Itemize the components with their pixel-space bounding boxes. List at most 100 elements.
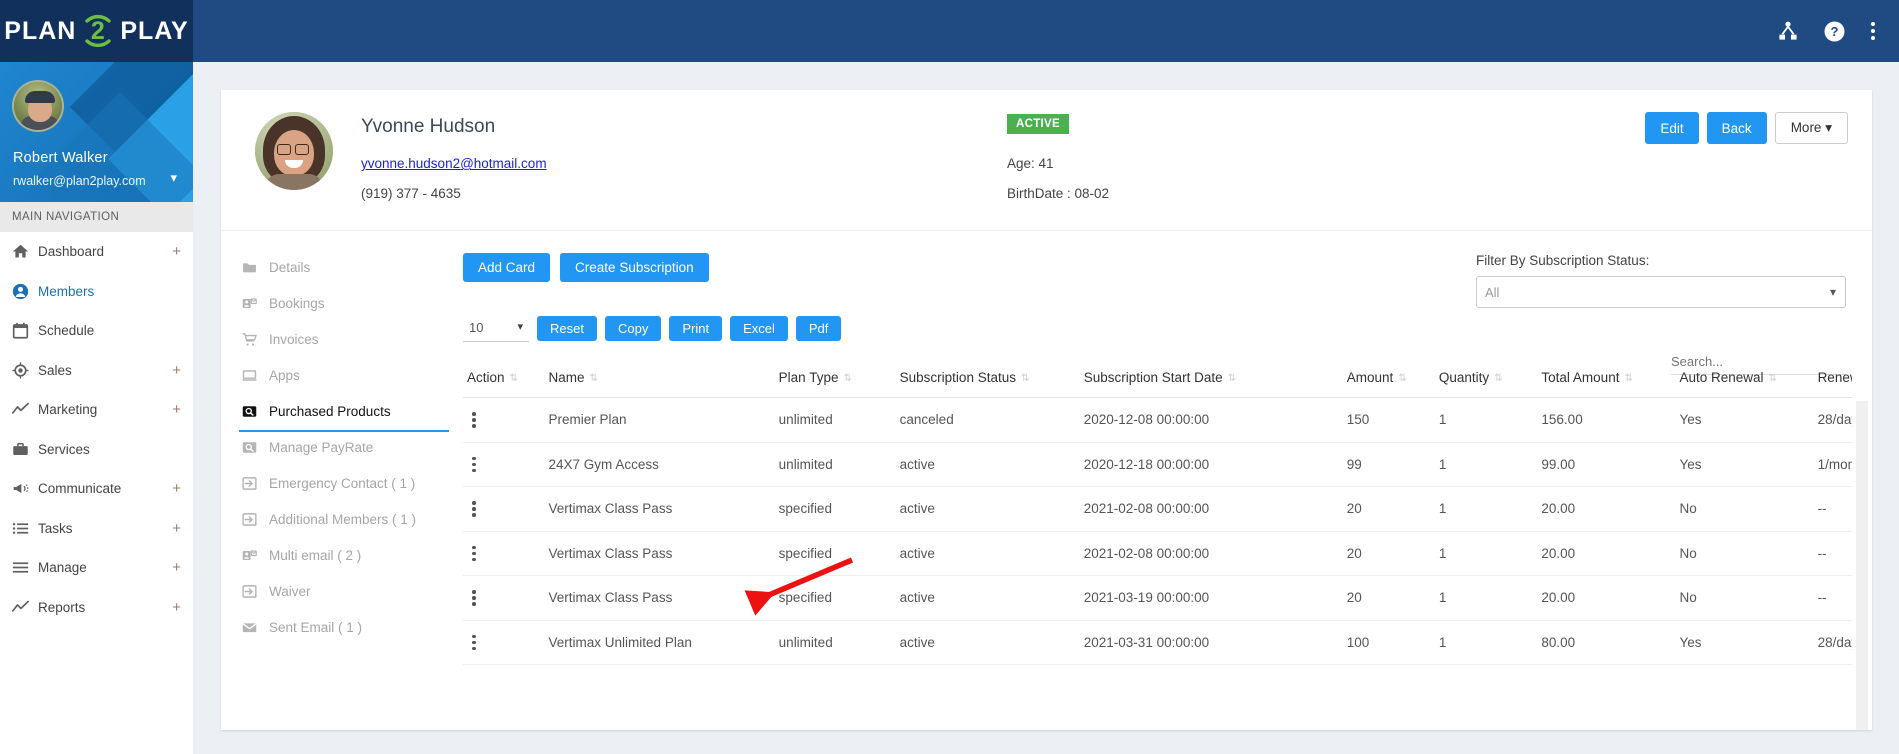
tab-label: Multi email ( 2 ) — [269, 547, 362, 563]
tab-multi-email-2[interactable]: Multi email ( 2 ) — [239, 537, 441, 573]
expand-plus-icon[interactable]: + — [172, 560, 181, 575]
svg-text:?: ? — [1831, 24, 1839, 39]
table-row: Premier Plan unlimited canceled 2020-12-08 … — [463, 397, 1852, 443]
logo-digit: 2 — [90, 16, 106, 45]
table-row: Vertimax Class Pass specified active 2021-0… — [463, 575, 1852, 621]
app-logo[interactable]: PLAN 2 PLAY — [0, 0, 193, 62]
column-header-action: Action ⇅ — [463, 364, 545, 398]
cart-icon — [239, 331, 259, 348]
cell-start-date: 2020-12-18 00:00:00 — [1079, 442, 1343, 487]
sidebar-user-chevron-down-icon[interactable]: ▾ — [170, 170, 177, 186]
sidebar-item-label: Communicate — [38, 481, 122, 497]
sidebar-item-sales[interactable]: Sales + — [0, 351, 193, 391]
column-header-renewal-type[interactable]: Renewal Type⇅ — [1813, 364, 1852, 398]
column-label: Renewal Type — [1817, 370, 1852, 385]
reset-button[interactable]: Reset — [537, 315, 597, 341]
vertical-scrollbar[interactable] — [1856, 401, 1868, 730]
excel-button[interactable]: Excel — [730, 315, 788, 341]
member-action-buttons: Edit Back More ▾ — [1645, 112, 1848, 144]
sidebar-item-services[interactable]: Services — [0, 430, 193, 470]
pdf-button[interactable]: Pdf — [795, 315, 842, 341]
column-header-total-amount[interactable]: Total Amount ⇅ — [1537, 364, 1676, 398]
print-button[interactable]: Print — [669, 315, 723, 341]
products-table-scroll[interactable]: Action ⇅ Name ⇅ Plan Type ⇅ Subscription Statu… — [463, 364, 1852, 665]
arrow-in-box-icon — [239, 475, 259, 492]
tab-invoices[interactable]: Invoices — [239, 321, 441, 357]
sidebar-item-manage[interactable]: Manage + — [0, 548, 193, 588]
cell-auto-renewal: No — [1675, 486, 1814, 532]
tab-label: Details — [269, 259, 311, 275]
back-button[interactable]: Back — [1706, 112, 1767, 144]
sidebar-item-label: Dashboard — [38, 244, 105, 260]
target-icon — [12, 362, 38, 379]
sidebar-item-label: Services — [38, 441, 90, 457]
sidebar-user-panel[interactable]: Robert Walker rwalker@plan2play.com ▾ — [0, 62, 193, 202]
sidebar-nav-list: Dashboard + Members Schedule Sales + Marketing… — [0, 232, 193, 627]
sidebar-item-reports[interactable]: Reports + — [0, 588, 193, 628]
column-header-plan-type[interactable]: Plan Type ⇅ — [774, 364, 896, 398]
overflow-menu-icon[interactable] — [1871, 22, 1875, 40]
sidebar-item-tasks[interactable]: Tasks + — [0, 509, 193, 549]
org-chart-icon[interactable] — [1778, 21, 1798, 41]
cell-start-date: 2020-12-08 00:00:00 — [1079, 397, 1343, 443]
cell-quantity: 1 — [1434, 575, 1538, 621]
row-action-kebab-icon[interactable] — [463, 442, 545, 487]
edit-button[interactable]: Edit — [1645, 112, 1699, 144]
tab-purchased-products[interactable]: Purchased Products — [239, 393, 449, 432]
line-chart-icon — [12, 599, 38, 616]
tab-manage-payrate[interactable]: Manage PayRate — [239, 429, 441, 465]
cell-name: Vertimax Class Pass — [544, 575, 775, 621]
expand-plus-icon[interactable]: + — [172, 363, 181, 378]
column-header-subscription-start-date[interactable]: Subscription Start Date ⇅ — [1079, 364, 1343, 398]
subscription-status-select[interactable]: All — [1476, 276, 1846, 308]
sort-icon: ⇅ — [1768, 373, 1777, 384]
tab-sent-email-1[interactable]: Sent Email ( 1 ) — [239, 609, 441, 645]
column-header-amount[interactable]: Amount ⇅ — [1342, 364, 1435, 398]
member-email-link[interactable]: yvonne.hudson2@hotmail.com — [361, 156, 547, 171]
sidebar-item-dashboard[interactable]: Dashboard + — [0, 232, 193, 272]
column-header-subscription-status[interactable]: Subscription Status ⇅ — [895, 364, 1080, 398]
top-bar: PLAN 2 PLAY ? — [0, 0, 1899, 62]
cell-renewal-type: 28/day — [1813, 620, 1852, 665]
more-dropdown-button[interactable]: More ▾ — [1774, 112, 1848, 144]
sidebar-item-communicate[interactable]: Communicate + — [0, 469, 193, 509]
column-label: Subscription Start Date — [1083, 370, 1223, 385]
sidebar-item-label: Schedule — [38, 323, 95, 339]
row-action-kebab-icon[interactable] — [463, 397, 545, 443]
create-subscription-button[interactable]: Create Subscription — [560, 253, 709, 282]
tab-waiver[interactable]: Waiver — [239, 573, 441, 609]
cell-amount: 150 — [1342, 397, 1435, 443]
cell-auto-renewal: Yes — [1675, 620, 1814, 665]
copy-button[interactable]: Copy — [604, 315, 662, 341]
tab-bookings[interactable]: Bookings — [239, 285, 441, 321]
column-header-quantity[interactable]: Quantity ⇅ — [1434, 364, 1538, 398]
folder-icon — [239, 259, 259, 276]
help-icon[interactable]: ? — [1824, 21, 1845, 42]
row-action-kebab-icon[interactable] — [463, 620, 545, 665]
row-action-kebab-icon[interactable] — [463, 575, 545, 621]
sidebar-item-schedule[interactable]: Schedule — [0, 311, 193, 351]
sidebar-item-marketing[interactable]: Marketing + — [0, 390, 193, 430]
tab-emergency-contact-1[interactable]: Emergency Contact ( 1 ) — [239, 465, 441, 501]
tab-details[interactable]: Details — [239, 249, 441, 285]
cell-renewal-type: -- — [1813, 575, 1852, 621]
sidebar-section-title: MAIN NAVIGATION — [0, 202, 193, 232]
sidebar-item-members[interactable]: Members — [0, 272, 193, 312]
row-action-kebab-icon[interactable] — [463, 531, 545, 576]
page-length-select[interactable]: 10 — [463, 314, 529, 342]
cell-quantity: 1 — [1434, 442, 1538, 487]
column-header-auto-renewal[interactable]: Auto Renewal ⇅ — [1675, 364, 1814, 398]
row-action-kebab-icon[interactable] — [463, 486, 545, 532]
sidebar-item-label: Members — [38, 283, 95, 299]
tab-apps[interactable]: Apps — [239, 357, 441, 393]
cell-start-date: 2021-03-31 00:00:00 — [1079, 620, 1343, 665]
add-card-button[interactable]: Add Card — [463, 253, 551, 282]
expand-plus-icon[interactable]: + — [172, 600, 181, 615]
expand-plus-icon[interactable]: + — [172, 521, 181, 536]
column-header-name[interactable]: Name ⇅ — [544, 364, 775, 398]
expand-plus-icon[interactable]: + — [172, 402, 181, 417]
expand-plus-icon[interactable]: + — [172, 481, 181, 496]
expand-plus-icon[interactable]: + — [172, 244, 181, 259]
member-phone: (919) 377 - 4635 — [361, 186, 461, 201]
tab-additional-members-1[interactable]: Additional Members ( 1 ) — [239, 501, 441, 537]
